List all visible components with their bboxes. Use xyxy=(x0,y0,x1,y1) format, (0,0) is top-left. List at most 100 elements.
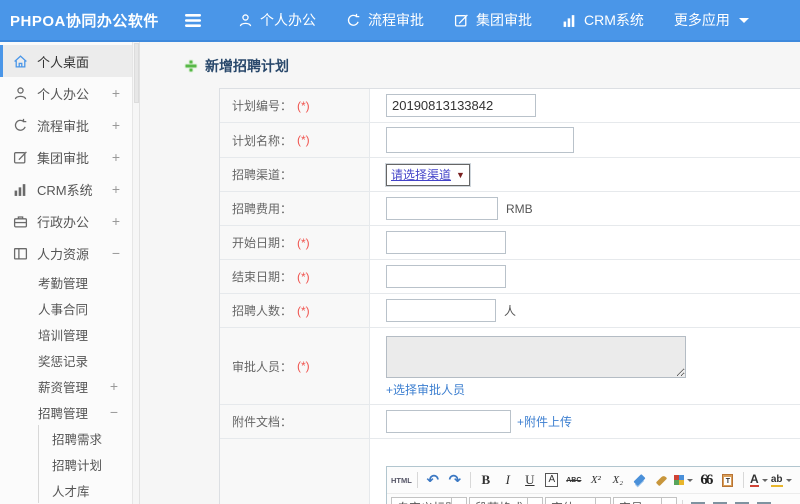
expand-plus-icon[interactable]: + xyxy=(112,213,120,229)
hamburger-menu-icon[interactable] xyxy=(185,13,201,27)
sidebar-item-workflow-approval[interactable]: 流程审批 + xyxy=(0,109,132,141)
font-size-select[interactable]: 字号 xyxy=(613,497,677,504)
palette-icon[interactable] xyxy=(674,470,694,490)
editor-toolbar-row1: HTML ↶ ↷ B I U A ABC X² X₂ 66 T A ab xyxy=(387,467,800,494)
expand-plus-icon[interactable]: + xyxy=(112,117,120,133)
sidebar-sub-talent-pool[interactable]: 人才库 xyxy=(39,477,132,503)
sidebar-item-label: 人力资源 xyxy=(37,246,90,262)
required-mark: (*) xyxy=(297,235,310,250)
expand-plus-icon[interactable]: + xyxy=(112,181,120,197)
caret-down-icon xyxy=(761,478,768,482)
chart-icon xyxy=(13,182,28,197)
edit-icon xyxy=(13,150,28,165)
sidebar-sub-rewards[interactable]: 奖惩记录 xyxy=(0,347,132,373)
select-approvers-link[interactable]: +选择审批人员 xyxy=(386,381,465,398)
sidebar-item-group-approval[interactable]: 集团审批 + xyxy=(0,141,132,173)
nav-item-label: 流程审批 xyxy=(368,12,424,28)
font-color-button[interactable]: A xyxy=(749,470,769,490)
select-caret-icon: ▼ xyxy=(456,169,465,180)
nav-item-more-apps[interactable]: 更多应用 xyxy=(674,10,749,30)
sidebar-sub-label: 人事合同 xyxy=(38,302,89,317)
end-date-label: 结束日期： (*) xyxy=(220,260,370,293)
nav-item-personal-office[interactable]: 个人办公 xyxy=(238,10,316,30)
blockquote-button[interactable]: 66 xyxy=(696,470,716,490)
paragraph-select[interactable]: 段落格式 xyxy=(469,497,543,504)
plan-number-input[interactable] xyxy=(386,94,536,117)
headcount-input[interactable] xyxy=(386,299,496,322)
sidebar-item-admin-office[interactable]: 行政办公 + xyxy=(0,205,132,237)
sidebar-sub-recruit-plan[interactable]: 招聘计划 xyxy=(39,451,132,477)
form-row: 招聘费用： RMB xyxy=(220,192,800,226)
sidebar-sub-training[interactable]: 培训管理 xyxy=(0,321,132,347)
channel-select[interactable]: 请选择渠道 ▼ xyxy=(386,163,470,186)
chart-icon xyxy=(562,13,577,28)
required-mark: (*) xyxy=(297,359,310,373)
paste-icon[interactable]: T xyxy=(718,470,738,490)
approvers-textarea[interactable] xyxy=(386,336,686,378)
sidebar-item-personal-office[interactable]: 个人办公 + xyxy=(0,77,132,109)
upload-attachment-link[interactable]: +附件上传 xyxy=(517,413,572,430)
align-center-icon[interactable] xyxy=(710,498,730,504)
heading-select[interactable]: 自定义标题 xyxy=(391,497,467,504)
bold-button[interactable]: B xyxy=(476,470,496,490)
align-justify-icon[interactable] xyxy=(754,498,774,504)
briefcase-icon xyxy=(13,214,28,229)
sidebar-item-label: CRM系统 xyxy=(37,182,93,198)
underline-button[interactable]: U xyxy=(520,470,540,490)
sidebar-sub-label: 奖惩记录 xyxy=(38,354,89,369)
sidebar-sub-label: 人才库 xyxy=(52,484,90,499)
sidebar-sub-attendance[interactable]: 考勤管理 xyxy=(0,269,132,295)
collapse-minus-icon[interactable]: − xyxy=(112,245,120,261)
sidebar-sub-label: 薪资管理 xyxy=(38,380,89,395)
highlight-color-button[interactable]: ab xyxy=(770,470,792,490)
form-row: 招聘人数： (*) 人 xyxy=(220,294,800,328)
nav-item-label: 更多应用 xyxy=(673,12,730,28)
undo-icon[interactable]: ↶ xyxy=(423,470,443,490)
cost-label: 招聘费用： xyxy=(220,192,370,225)
sidebar-item-crm[interactable]: CRM系统 + xyxy=(0,173,132,205)
autotypeset-button[interactable]: A xyxy=(545,473,559,487)
strikethrough-button[interactable]: ABC xyxy=(564,470,584,490)
redo-icon[interactable]: ↷ xyxy=(445,470,465,490)
end-date-input[interactable] xyxy=(386,265,506,288)
sidebar-scrollbar[interactable] xyxy=(133,42,140,504)
collapse-minus-icon[interactable]: − xyxy=(110,404,118,420)
sidebar-sub-salary[interactable]: 薪资管理 + xyxy=(0,373,132,399)
sidebar-item-hr[interactable]: 人力资源 − xyxy=(0,237,132,269)
nav-item-workflow-approval[interactable]: 流程审批 xyxy=(346,10,424,30)
nav-item-group-approval[interactable]: 集团审批 xyxy=(454,10,532,30)
link-icon[interactable] xyxy=(776,498,796,504)
sidebar-sub-hr-contract[interactable]: 人事合同 xyxy=(0,295,132,321)
cost-input[interactable] xyxy=(386,197,498,220)
subscript-button[interactable]: X₂ xyxy=(608,470,628,490)
plan-name-input[interactable] xyxy=(386,127,574,153)
superscript-button[interactable]: X² xyxy=(586,470,606,490)
form-row: 附件文档： +附件上传 xyxy=(220,405,800,439)
form-row: 计划名称： (*) xyxy=(220,123,800,158)
expand-plus-icon[interactable]: + xyxy=(112,149,120,165)
align-right-icon[interactable] xyxy=(732,498,752,504)
sidebar-sub-recruit-mgmt[interactable]: 招聘管理 − xyxy=(0,399,132,425)
sidebar-sub-recruit-demand[interactable]: 招聘需求 xyxy=(39,425,132,451)
align-left-icon[interactable] xyxy=(688,498,708,504)
font-family-select[interactable]: 字体 xyxy=(545,497,611,504)
home-icon xyxy=(13,54,28,69)
html-source-button[interactable]: HTML xyxy=(391,470,412,490)
remove-format-icon[interactable] xyxy=(630,470,650,490)
start-date-input[interactable] xyxy=(386,231,506,254)
nav-item-crm[interactable]: CRM系统 xyxy=(562,10,644,30)
expand-plus-icon[interactable]: + xyxy=(112,85,120,101)
form-row: 开始日期： (*) xyxy=(220,226,800,260)
top-navbar: PHPOA协同办公软件 个人办公 流程审批 集团审批 CRM系统 更多应用 xyxy=(0,0,800,42)
sidebar-item-desktop[interactable]: 个人桌面 xyxy=(0,45,132,77)
format-brush-icon[interactable] xyxy=(652,470,672,490)
attachment-input[interactable] xyxy=(386,410,511,433)
required-mark: (*) xyxy=(297,133,310,147)
sidebar-item-label: 个人办公 xyxy=(37,86,90,102)
book-icon xyxy=(13,246,28,261)
italic-button[interactable]: I xyxy=(498,470,518,490)
sidebar-sub-label: 招聘计划 xyxy=(52,458,103,473)
headcount-label: 招聘人数： (*) xyxy=(220,294,370,327)
required-mark: (*) xyxy=(297,98,310,113)
expand-plus-icon[interactable]: + xyxy=(110,378,118,394)
